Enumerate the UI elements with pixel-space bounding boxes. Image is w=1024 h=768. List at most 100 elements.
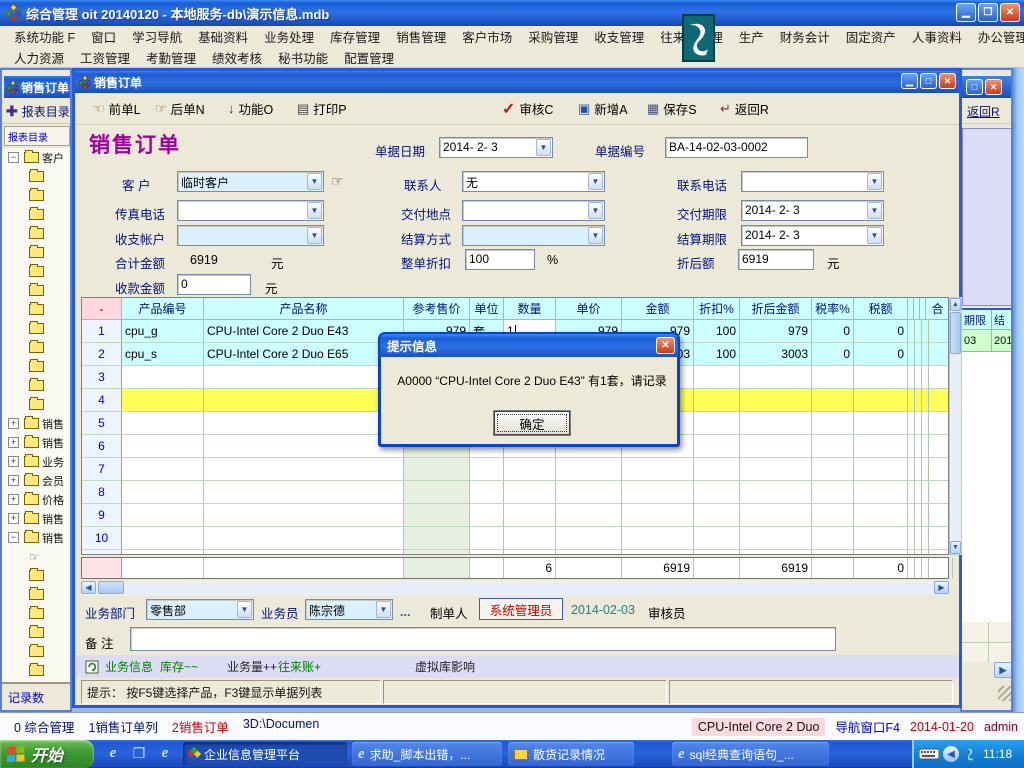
grid-cell[interactable] <box>908 412 915 435</box>
tree-item[interactable] <box>2 623 72 642</box>
tree-item[interactable] <box>2 357 72 376</box>
scroll-down-icon[interactable]: ▼ <box>950 541 961 554</box>
tree-item[interactable] <box>2 395 72 414</box>
deliver-date-select[interactable]: 2014- 2- 3 ▼ <box>741 200 884 221</box>
menu-item-r1-1[interactable]: 窗口 <box>85 27 122 46</box>
sales-close-icon[interactable]: ✕ <box>939 73 956 89</box>
grid-cell[interactable]: cpu_g <box>122 320 204 343</box>
toolbar-new-button[interactable]: ▣新增A <box>578 99 628 118</box>
grid-cell[interactable] <box>915 504 922 527</box>
grid-cell[interactable]: 100 <box>694 343 740 366</box>
doc-no-field[interactable]: BA-14-02-03-0002 <box>665 137 808 158</box>
grid-cell[interactable] <box>922 458 929 481</box>
grid-cell[interactable] <box>122 366 204 389</box>
tree-item[interactable] <box>2 186 72 205</box>
grid-cell[interactable] <box>740 389 812 412</box>
grid-cell[interactable] <box>915 320 922 343</box>
grid-cell[interactable] <box>556 481 622 504</box>
grid-cell[interactable] <box>812 389 854 412</box>
grid-cell[interactable] <box>470 504 504 527</box>
info-link-4[interactable]: 虚拟库影响 <box>415 658 475 675</box>
grid-cell[interactable] <box>694 481 740 504</box>
list-maximize-icon[interactable]: □ <box>966 79 983 95</box>
grid-cell[interactable] <box>922 366 929 389</box>
grid-cell[interactable] <box>204 458 404 481</box>
chevron-down-icon[interactable]: ▼ <box>867 202 882 219</box>
grid-cell[interactable] <box>404 481 470 504</box>
status-link-1[interactable]: 1销售订单列 <box>88 717 157 736</box>
grid-cell[interactable] <box>122 458 204 481</box>
table-row[interactable]: 8 <box>82 481 949 504</box>
tree-item[interactable] <box>2 585 72 604</box>
phone-select[interactable]: ▼ <box>741 171 884 192</box>
plus-icon[interactable]: ✚ <box>6 103 18 120</box>
account-select[interactable]: ▼ <box>177 225 324 246</box>
grid-cell[interactable] <box>915 458 922 481</box>
tree-item[interactable]: +业务 <box>2 452 72 471</box>
grid-cell[interactable] <box>929 366 949 389</box>
grid-cell[interactable] <box>929 435 949 458</box>
grid-cell[interactable] <box>122 389 204 412</box>
chevron-down-icon[interactable]: ▼ <box>867 173 882 190</box>
grid-cell[interactable] <box>740 481 812 504</box>
app-shortcut-icon[interactable]: ❒ <box>130 744 148 762</box>
tree-item[interactable] <box>2 243 72 262</box>
table-row[interactable]: 10 <box>82 527 949 550</box>
grid-cell[interactable] <box>908 481 915 504</box>
sales-window-titlebar[interactable]: 销售订单 ▁ □ ✕ <box>75 71 959 93</box>
menu-item-r1-13[interactable]: 固定资产 <box>840 27 902 46</box>
fax-select[interactable]: ▼ <box>177 200 324 221</box>
grid-cell[interactable] <box>740 504 812 527</box>
grid-cell[interactable] <box>915 412 922 435</box>
status-link-2[interactable]: 2销售订单 <box>172 717 229 736</box>
dialog-titlebar[interactable]: 提示信息 ✕ <box>380 334 678 357</box>
grid-cell[interactable] <box>404 504 470 527</box>
received-field[interactable]: 0 <box>177 274 251 295</box>
grid-cell[interactable] <box>812 458 854 481</box>
grid-cell[interactable] <box>694 435 740 458</box>
ie-icon[interactable]: e <box>156 744 174 762</box>
grid-cell[interactable] <box>470 458 504 481</box>
grid-cell[interactable]: 0 <box>812 343 854 366</box>
menu-item-r2-4[interactable]: 秘书功能 <box>272 48 334 67</box>
tree-expander-icon[interactable]: + <box>8 437 19 448</box>
menu-item-r2-0[interactable]: 人力资源 <box>8 48 70 67</box>
grid-cell[interactable] <box>812 504 854 527</box>
grid-cell[interactable] <box>929 343 949 366</box>
list-scroll-right-icon[interactable]: ▶ <box>994 662 1012 678</box>
tree-expander-icon[interactable]: + <box>8 418 19 429</box>
menu-item-r1-8[interactable]: 采购管理 <box>522 27 584 46</box>
grid-cell[interactable] <box>922 504 929 527</box>
grid-cell[interactable]: CPU-Intel Core 2 Duo E43 <box>204 320 404 343</box>
more-button[interactable]: ... <box>400 605 410 619</box>
chevron-down-icon[interactable]: ▼ <box>588 227 603 244</box>
report-window-titlebar[interactable]: 销售订单 <box>4 76 70 98</box>
restore-icon[interactable]: ❐ <box>978 3 998 22</box>
tree-item[interactable] <box>2 224 72 243</box>
grid-cell[interactable]: cpu_s <box>122 343 204 366</box>
tree-expander-icon[interactable]: + <box>8 494 19 505</box>
grid-vscrollbar[interactable]: ▲ ▼ <box>949 297 962 555</box>
grid-cell[interactable] <box>122 481 204 504</box>
grid-cell[interactable] <box>204 504 404 527</box>
tree-item[interactable]: +销售 <box>2 414 72 433</box>
info-link-1[interactable]: 库存~~ <box>160 658 198 675</box>
settle-select[interactable]: ▼ <box>462 225 605 246</box>
note-field[interactable] <box>130 627 836 651</box>
info-link-2[interactable]: 业务量++ <box>227 658 277 675</box>
refresh-icon[interactable] <box>85 660 99 674</box>
grid-cell[interactable]: 979 <box>740 320 812 343</box>
grid-cell[interactable] <box>504 458 556 481</box>
tree-item[interactable] <box>2 167 72 186</box>
resize-grip[interactable] <box>998 686 1013 701</box>
menu-item-r1-14[interactable]: 人事资料 <box>906 27 968 46</box>
grid-cell[interactable] <box>694 366 740 389</box>
task-button-0[interactable]: 企业信息管理平台 <box>183 742 347 766</box>
grid-cell[interactable]: CPU-Intel Core 2 Duo E65 <box>204 343 404 366</box>
grid-cell[interactable] <box>694 527 740 550</box>
grid-cell[interactable] <box>504 527 556 550</box>
grid-cell[interactable] <box>908 343 915 366</box>
dept-select[interactable]: 零售部 ▼ <box>146 599 254 620</box>
grid-cell[interactable] <box>854 527 908 550</box>
grid-cell[interactable]: 0 <box>812 320 854 343</box>
